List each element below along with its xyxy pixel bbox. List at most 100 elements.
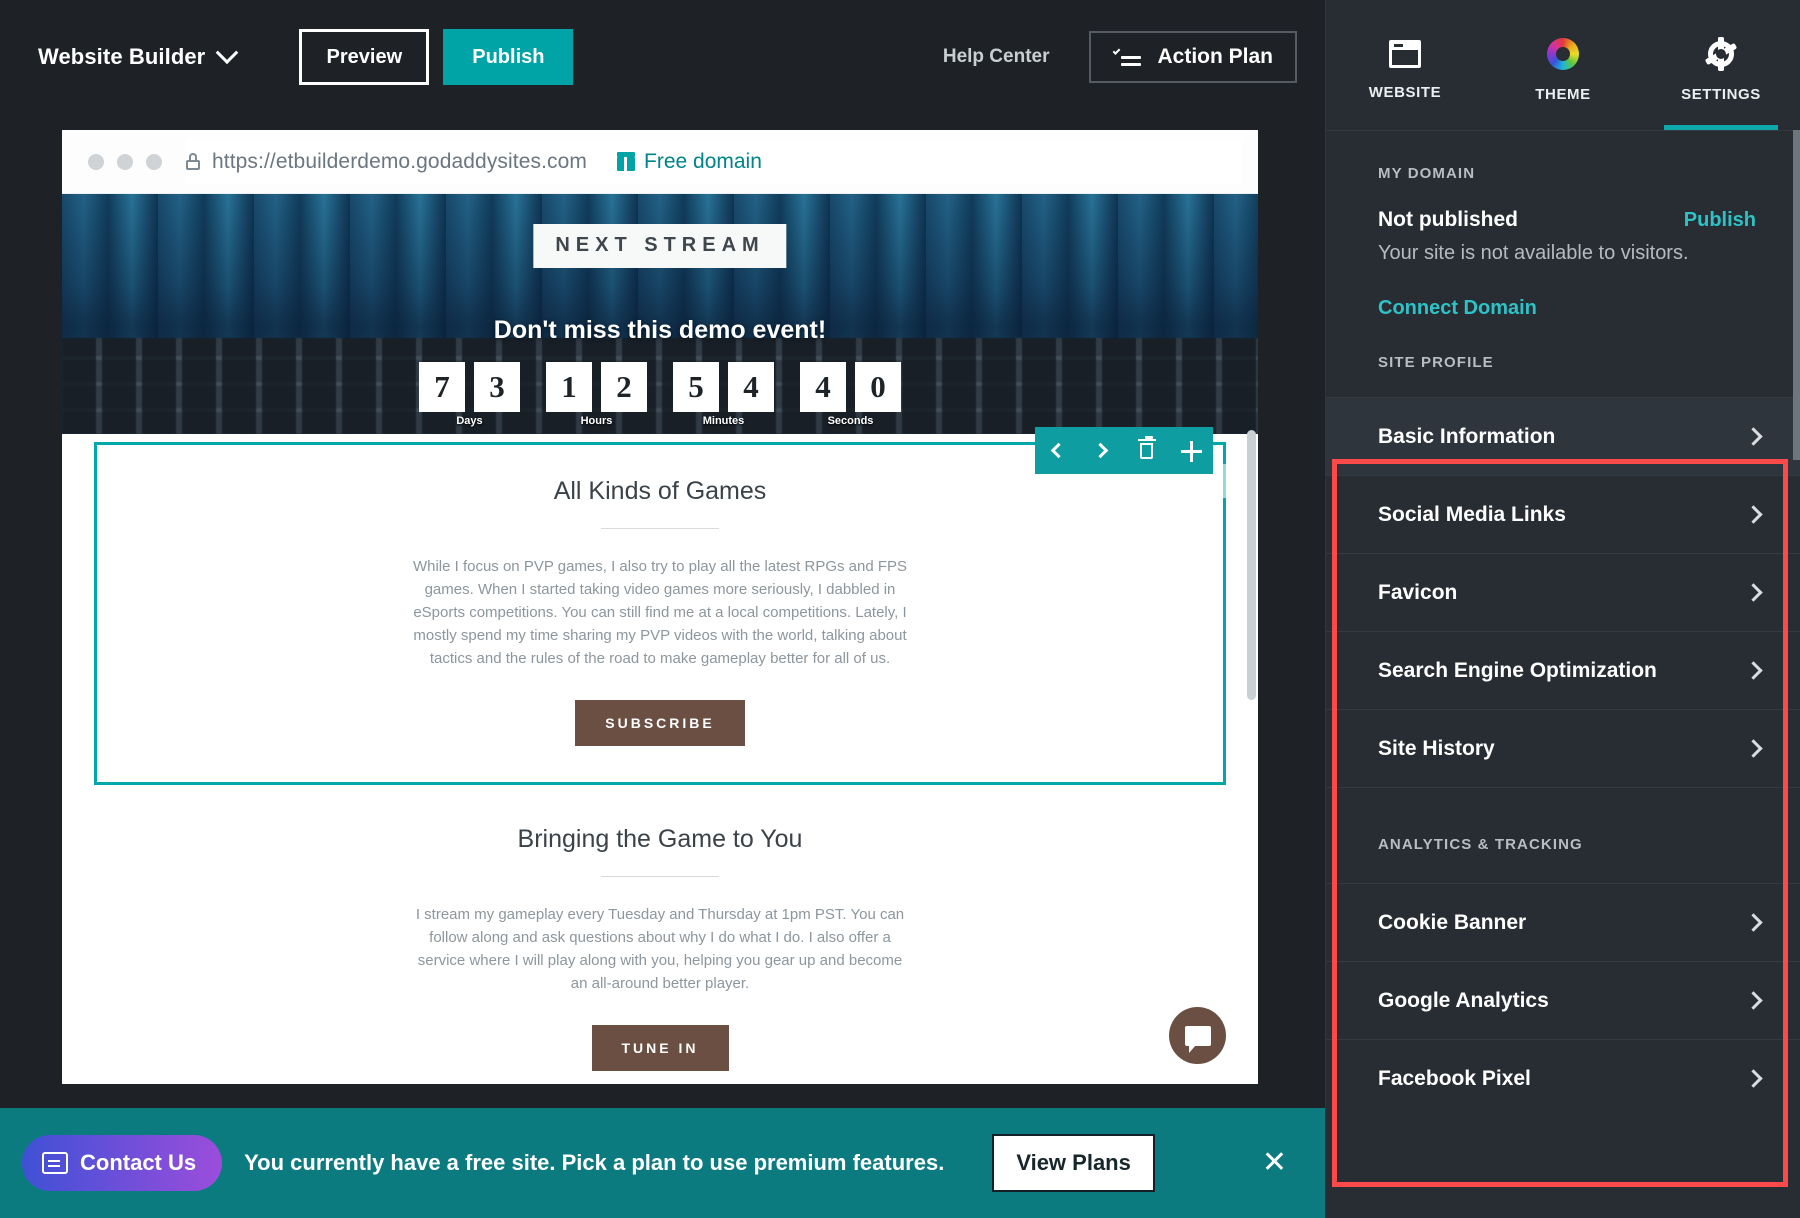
chevron-right-icon	[1744, 739, 1763, 758]
chevron-right-icon	[1744, 427, 1763, 446]
move-down-icon[interactable]	[1109, 470, 1135, 491]
lock-icon	[186, 153, 200, 170]
chat-icon	[42, 1152, 68, 1174]
browser-dots	[88, 153, 162, 170]
banner-message: You currently have a free site. Pick a p…	[244, 1150, 945, 1175]
domain-status-text: Not published	[1378, 208, 1518, 231]
upgrade-banner: Contact Us You currently have a free sit…	[0, 1108, 1325, 1218]
close-icon[interactable]: ✕	[1262, 1148, 1287, 1178]
chevron-down-icon	[216, 41, 239, 65]
chat-bubble-icon	[1184, 1025, 1211, 1053]
domain-note-text: Your site is not available to visitors.	[1378, 242, 1689, 264]
settings-sidebar: WEBSITE THEME SETTINGS MY DOMAIN Not pub…	[1325, 0, 1800, 1218]
section-title: Bringing the Game to You	[517, 825, 803, 853]
brand-label: Website Builder	[38, 44, 206, 69]
tune-in-button[interactable]: TUNE IN	[591, 1025, 729, 1071]
top-toolbar: Website Builder Preview Publish Help Cen…	[0, 0, 1325, 114]
site-profile-menu: Basic Information Social Media Links Fav…	[1326, 397, 1800, 787]
menu-item-facebook-pixel[interactable]: Facebook Pixel	[1326, 1039, 1800, 1117]
preview-button[interactable]: Preview	[299, 29, 430, 85]
countdown-label: Days	[456, 415, 483, 427]
countdown-group: 5 4 Minutes	[673, 362, 774, 427]
connect-domain-link[interactable]: Connect Domain	[1326, 265, 1537, 320]
tab-theme[interactable]: THEME	[1484, 0, 1642, 130]
browser-dot	[146, 153, 162, 170]
countdown-label: Seconds	[827, 415, 874, 427]
section-divider	[601, 876, 719, 877]
tab-settings[interactable]: SETTINGS	[1642, 0, 1800, 130]
more-options-icon[interactable]	[1207, 471, 1233, 491]
move-left-icon[interactable]	[1042, 436, 1072, 466]
menu-item-label: Favicon	[1378, 580, 1458, 604]
countdown-label: Minutes	[702, 415, 745, 427]
menu-item-label: Facebook Pixel	[1378, 1066, 1531, 1090]
add-section-icon[interactable]	[1176, 436, 1206, 466]
gear-icon	[1704, 36, 1738, 71]
countdown-digit: 2	[601, 362, 647, 412]
site-profile-section-label: SITE PROFILE	[1378, 354, 1494, 371]
site-preview-canvas[interactable]: https://etbuilderdemo.godaddysites.com F…	[62, 130, 1258, 1084]
tab-website[interactable]: WEBSITE	[1326, 0, 1484, 130]
menu-item-google-analytics[interactable]: Google Analytics	[1326, 961, 1800, 1039]
menu-item-cookie-banner[interactable]: Cookie Banner	[1326, 883, 1800, 961]
chevron-right-icon	[1744, 991, 1763, 1010]
analytics-menu: Cookie Banner Google Analytics Facebook …	[1326, 883, 1800, 1117]
countdown-digit: 5	[673, 362, 719, 412]
chevron-right-icon	[1744, 913, 1763, 932]
section-toolbar[interactable]	[1035, 427, 1213, 474]
view-plans-button[interactable]: View Plans	[992, 1134, 1155, 1192]
menu-item-label: Basic Information	[1378, 424, 1556, 448]
help-center-link[interactable]: Help Center	[943, 46, 1050, 68]
free-domain-badge[interactable]: Free domain	[617, 150, 762, 174]
delete-icon[interactable]	[1131, 435, 1161, 466]
publish-button[interactable]: Publish	[443, 29, 574, 85]
domain-publish-link[interactable]: Publish	[1684, 209, 1756, 232]
contact-us-button[interactable]: Contact Us	[22, 1135, 223, 1191]
browser-chrome-bar: https://etbuilderdemo.godaddysites.com F…	[62, 130, 1258, 194]
gift-icon	[617, 152, 636, 171]
tab-settings-label: SETTINGS	[1681, 85, 1761, 103]
countdown-digit: 4	[728, 362, 774, 412]
countdown-digit: 7	[419, 362, 465, 412]
countdown-label: Hours	[580, 415, 613, 427]
hero-subtitle: Don't miss this demo event!	[493, 316, 827, 344]
menu-item-favicon[interactable]: Favicon	[1326, 553, 1800, 631]
countdown-group: 1 2 Hours	[546, 362, 647, 427]
menu-item-search-engine-optimization[interactable]: Search Engine Optimization	[1326, 631, 1800, 709]
menu-item-site-history[interactable]: Site History	[1326, 709, 1800, 787]
duplicate-icon[interactable]	[1158, 471, 1184, 491]
url-bar[interactable]: https://etbuilderdemo.godaddysites.com F…	[186, 139, 1242, 184]
tab-website-label: WEBSITE	[1368, 83, 1442, 101]
countdown-digit: 0	[855, 362, 901, 412]
section-body: I stream my gameplay every Tuesday and T…	[415, 906, 905, 992]
menu-item-label: Cookie Banner	[1378, 910, 1527, 934]
chat-widget-button[interactable]	[1169, 1007, 1226, 1064]
countdown-digit: 4	[800, 362, 846, 412]
domain-status-row: Not published Publish	[1326, 182, 1800, 232]
countdown-group: 7 3 Days	[419, 362, 520, 427]
free-domain-label: Free domain	[644, 149, 762, 173]
my-domain-section-label: MY DOMAIN	[1378, 165, 1476, 182]
subscribe-button[interactable]: SUBSCRIBE	[575, 700, 745, 746]
countdown-timer: 7 3 Days 1 2 Hours 5 4 Minutes 4 0 Secon…	[419, 362, 901, 427]
hero-tag: NEXT STREAM	[533, 224, 787, 268]
move-right-icon[interactable]	[1087, 436, 1117, 466]
sidebar-scrollbar[interactable]	[1793, 130, 1800, 460]
hero-banner: NEXT STREAM Don't miss this demo event! …	[62, 194, 1258, 434]
canvas-scrollbar[interactable]	[1247, 430, 1256, 700]
menu-item-label: Search Engine Optimization	[1378, 658, 1657, 682]
menu-item-label: Google Analytics	[1378, 988, 1549, 1012]
menu-item-social-media-links[interactable]: Social Media Links	[1326, 475, 1800, 553]
menu-item-basic-information[interactable]: Basic Information	[1326, 397, 1800, 475]
page-sections: All Kinds of Games While I focus on PVP …	[62, 442, 1258, 1084]
move-up-icon[interactable]	[1060, 471, 1086, 493]
checklist-icon	[1113, 47, 1142, 67]
url-text: https://etbuilderdemo.godaddysites.com	[212, 149, 588, 173]
window-icon	[1389, 39, 1421, 68]
section-bringing-the-game-to-you[interactable]: Bringing the Game to You I stream my gam…	[62, 785, 1258, 1084]
chevron-right-icon	[1744, 505, 1763, 524]
chevron-right-icon	[1744, 661, 1763, 680]
action-plan-button[interactable]: Action Plan	[1089, 31, 1297, 83]
brand-menu[interactable]: Website Builder	[38, 41, 239, 70]
browser-dot	[88, 153, 104, 170]
